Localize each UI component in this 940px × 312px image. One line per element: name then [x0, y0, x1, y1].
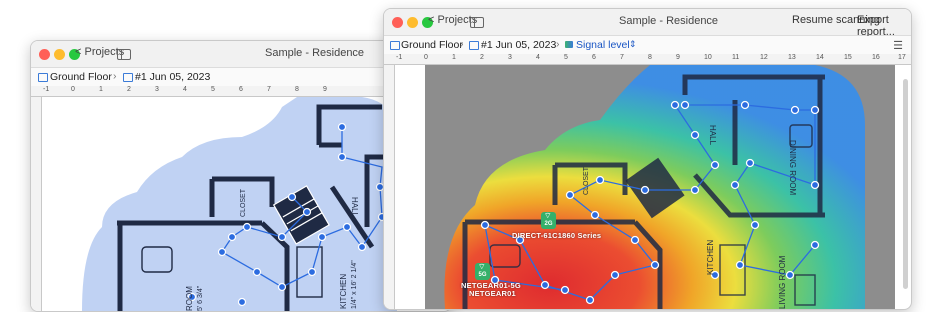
ruler-tick: 10: [704, 54, 712, 61]
ap-name-direct: DIRECT-61C1860 Series: [512, 231, 602, 240]
room-label-closet: CLOSET: [583, 166, 590, 195]
vertical-ruler: [31, 97, 42, 311]
survey-icon: [469, 41, 479, 50]
ruler-tick: -1: [43, 86, 50, 93]
sidebar-toggle-icon[interactable]: [470, 17, 484, 28]
chevron-right-icon: ›: [460, 38, 464, 50]
breadcrumb-floor[interactable]: Ground Floor: [50, 71, 112, 83]
wifi-icon: ⌔: [544, 211, 552, 220]
export-report-button[interactable]: Export report...: [857, 14, 911, 38]
signal-level-icon: [565, 41, 573, 48]
ruler-tick: 5: [211, 86, 215, 93]
room-label-hall: HALL: [708, 125, 717, 146]
window-title: Sample - Residence: [619, 15, 719, 27]
vertical-scrollbar[interactable]: [903, 79, 908, 289]
breadcrumb: Ground Floor › #1 Jun 05, 2023 › Signal …: [384, 36, 911, 54]
ruler-tick: 5: [564, 54, 568, 61]
floor-icon: [38, 73, 48, 82]
ruler-tick: 6: [239, 86, 243, 93]
ruler-tick: 7: [267, 86, 271, 93]
chevron-right-icon: ›: [113, 70, 117, 82]
ruler-tick: 4: [536, 54, 540, 61]
close-button[interactable]: [39, 49, 50, 60]
floor-icon: [390, 41, 400, 50]
ruler-tick: 8: [295, 86, 299, 93]
ruler-tick: 1: [99, 86, 103, 93]
ruler-tick: 7: [620, 54, 624, 61]
ap-name-2g: NETGEAR01: [469, 289, 516, 298]
survey-icon: [123, 73, 133, 82]
ruler-tick: 3: [508, 54, 512, 61]
access-point-2g[interactable]: ⌔ 2G: [541, 211, 556, 229]
room-label-kitchen: KITCHEN: [339, 274, 348, 309]
ruler-tick: 4: [183, 86, 187, 93]
ruler-tick: 14: [816, 54, 824, 61]
chevron-updown-icon[interactable]: ⇕: [629, 39, 637, 50]
view-selector[interactable]: Signal level: [576, 39, 630, 51]
room-label-kitchen: KITCHEN: [706, 240, 715, 275]
wifi-icon: ⌔: [478, 262, 486, 271]
ruler-tick: 17: [898, 54, 906, 61]
minimize-button[interactable]: [54, 49, 65, 60]
ruler-tick: 3: [155, 86, 159, 93]
front-window: < Projects Sample - Residence Resume sca…: [383, 8, 912, 310]
front-titlebar: < Projects Sample - Residence Resume sca…: [384, 9, 911, 38]
horizontal-ruler: -1 0 1 2 3 4 5 6 7 8 9 10 11 12 13 14 15…: [384, 54, 911, 65]
vertical-ruler: [384, 65, 395, 309]
ruler-tick: 12: [760, 54, 768, 61]
ruler-tick: 8: [648, 54, 652, 61]
dimension-room: 5' 6 3/4": [197, 285, 204, 311]
ruler-tick: 6: [592, 54, 596, 61]
ruler-tick: 0: [71, 86, 75, 93]
ruler-tick: 9: [323, 86, 327, 93]
ruler-tick: -1: [396, 54, 403, 61]
minimize-button[interactable]: [407, 17, 418, 28]
filter-settings-icon[interactable]: ☰: [893, 39, 903, 52]
ruler-tick: 11: [732, 54, 740, 61]
ruler-tick: 16: [872, 54, 880, 61]
ruler-tick: 1: [452, 54, 456, 61]
ruler-tick: 0: [424, 54, 428, 61]
breadcrumb-survey[interactable]: #1 Jun 05, 2023: [135, 71, 210, 83]
room-label-hall: HALL: [350, 197, 359, 218]
ruler-tick: 2: [480, 54, 484, 61]
chevron-right-icon: ›: [556, 38, 560, 50]
room-label-closet: CLOSET: [240, 188, 247, 217]
ruler-tick: 2: [127, 86, 131, 93]
breadcrumb-floor[interactable]: Ground Floor: [401, 39, 463, 51]
room-label-living: LIVING ROOM: [778, 255, 787, 309]
ruler-tick: 13: [788, 54, 796, 61]
breadcrumb-survey[interactable]: #1 Jun 05, 2023: [481, 39, 556, 51]
sidebar-toggle-icon[interactable]: [117, 49, 131, 60]
ruler-tick: 9: [676, 54, 680, 61]
ruler-tick: 15: [844, 54, 852, 61]
close-button[interactable]: [392, 17, 403, 28]
dimension-kitchen: 1/4" x 16' 2 1/4": [351, 260, 358, 309]
access-point-5g[interactable]: ⌔ 5G: [475, 262, 490, 280]
room-label-dining: DINING ROOM: [788, 140, 797, 195]
window-title: Sample - Residence: [265, 47, 365, 59]
heatmap-canvas[interactable]: HALL CLOSET DINING ROOM KITCHEN LIVING R…: [395, 65, 911, 309]
